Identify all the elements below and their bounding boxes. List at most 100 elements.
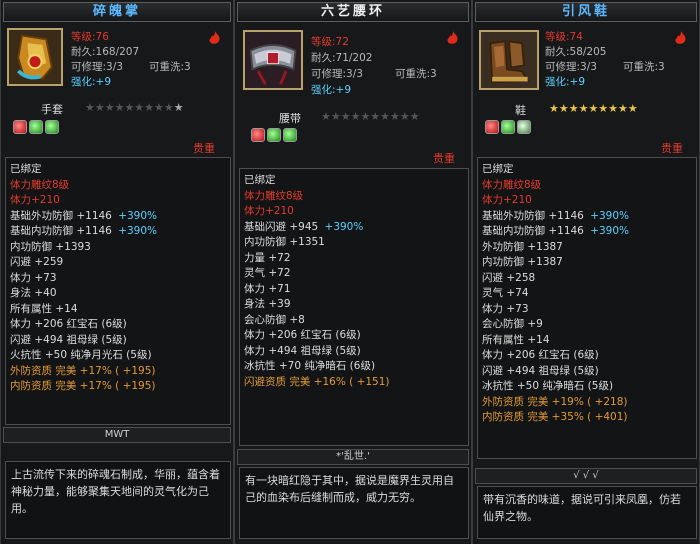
attribute-text: 内防资质 完美 +35% ( +401) [482, 411, 628, 423]
belt-item-icon[interactable] [243, 30, 303, 90]
attribute-line: 体力 +206 红宝石 (6级) [10, 317, 226, 333]
attribute-text: 体力 +494 祖母绿 (5级) [244, 344, 361, 357]
attribute-text: 闪避 +494 祖母绿 (5级) [482, 364, 599, 377]
durability-text: 耐久:58/205 [545, 46, 607, 58]
green-gem-icon[interactable] [501, 120, 515, 134]
attribute-line: 体力 +71 [244, 282, 464, 298]
attribute-line: 体力 +494 祖母绿 (5级) [244, 344, 464, 360]
attribute-line: 体力雕纹8级 [482, 178, 692, 194]
attribute-line: 外防资质 完美 +17% ( +195) [10, 364, 226, 380]
attribute-text: 力量 +72 [244, 251, 291, 264]
attribute-text: 基础外功防御 +1146 [10, 209, 116, 222]
attribute-text: 体力+210 [482, 194, 532, 206]
attribute-list: 已绑定体力雕纹8级 体力+210 基础外功防御 +1146 +390% 基础内功防御 … [477, 157, 697, 459]
attribute-line: 体力 +206 红宝石 (6级) [482, 348, 692, 364]
attribute-text: 体力 +73 [10, 271, 57, 284]
attribute-text: 体力雕纹8级 [10, 178, 70, 191]
attribute-text: 体力 +206 红宝石 (6级) [244, 329, 361, 341]
attribute-text: 灵气 +74 [482, 287, 529, 299]
repairable-text: 可修理:3/3 [71, 61, 123, 73]
separator-text: *'乱世.' [237, 449, 469, 465]
attribute-text: 基础外功防御 +1146 [482, 209, 588, 222]
shoes-item-icon[interactable] [479, 30, 539, 90]
repairable-text: 可修理:3/3 [545, 61, 597, 73]
attribute-text: 外防资质 完美 +17% ( +195) [10, 364, 156, 377]
attribute-line: 内功防御 +1393 [10, 240, 226, 256]
attribute-list: 已绑定 体力雕纹8级 体力+210 基础外功防御 +1146 +390% 基础内功防御 … [5, 157, 231, 425]
attribute-text: +390% [324, 220, 364, 233]
level-text: 等级:74 [545, 31, 583, 43]
flame-emblem-icon [673, 30, 689, 46]
attribute-line: 冰抗性 +70 纯净暗石 (6级) [244, 359, 464, 375]
attribute-text: 闪避资质 完美 +16% ( +151) [244, 375, 390, 388]
attribute-text: 内功防御 +1351 [244, 236, 325, 248]
attribute-text: 体力 +206 红宝石 (6级) [482, 349, 599, 361]
green-gem-icon[interactable] [267, 128, 281, 142]
attribute-text: 内功防御 +1393 [10, 240, 91, 253]
attribute-line: 基础外功防御 +1146 +390% [482, 209, 692, 225]
attribute-line: 体力 +206 红宝石 (6级) [244, 328, 464, 344]
attribute-line: 外防资质 完美 +19% ( +218) [482, 395, 692, 411]
attribute-text: +390% [118, 209, 158, 222]
attribute-line: 体力+210 [244, 204, 464, 220]
flame-emblem-icon [445, 30, 461, 46]
slot-label: 腰带 [279, 112, 301, 125]
attribute-text: 体力 +206 红宝石 (6级) [10, 318, 127, 330]
attribute-text: +390% [590, 225, 630, 237]
attribute-text: 闪避 +259 [10, 256, 64, 268]
attribute-line: 闪避 +259 [10, 255, 226, 271]
slot-label: 手套 [41, 103, 63, 116]
attribute-line: 闪避 +258 [482, 271, 692, 287]
attribute-line: 身法 +40 [10, 286, 226, 302]
green-gem-icon[interactable] [29, 120, 43, 134]
green-gem-icon[interactable] [45, 120, 59, 134]
enhance-text: 强化:+9 [545, 76, 586, 88]
attribute-line: 外功防御 +1387 [482, 240, 692, 256]
precious-tag: 贵重 [433, 152, 455, 165]
enhance-text: 强化:+9 [311, 84, 352, 96]
attribute-text: 体力 +71 [244, 282, 291, 295]
item-description: 有一块暗红隐于其中，据说是魔界生灵用自己的血染布后缝制而成，威力无穷。 [239, 467, 469, 539]
attribute-line: 灵气 +74 [482, 286, 692, 302]
red-gem-icon[interactable] [251, 128, 265, 142]
rewash-text: 可重洗:3 [395, 68, 437, 80]
attribute-text: 内防资质 完美 +17% ( +195) [10, 380, 156, 392]
attribute-line: 已绑定 [244, 173, 464, 189]
separator-text: √ √ √ [475, 468, 697, 484]
item-description: 带有沉香的味道，据说可引来凤凰，仿若仙界之物。 [477, 486, 697, 539]
attribute-text: 所有属性 +14 [482, 333, 550, 346]
green-gem-icon[interactable] [283, 128, 297, 142]
rewash-text: 可重洗:3 [623, 61, 665, 73]
attribute-line: 内防资质 完美 +35% ( +401) [482, 410, 692, 426]
attribute-text: 会心防御 +8 [244, 313, 305, 326]
attribute-text: 内功防御 +1387 [482, 256, 563, 268]
attribute-text: +390% [590, 209, 630, 222]
enhance-text: 强化:+9 [71, 76, 112, 88]
attribute-text: 冰抗性 +70 纯净暗石 (6级) [244, 360, 376, 372]
white-gem-icon[interactable] [517, 120, 531, 134]
attribute-line: 体力雕纹8级 [244, 189, 464, 205]
red-gem-icon[interactable] [485, 120, 499, 134]
level-text: 等级:72 [311, 36, 349, 48]
attribute-text: 闪避 +258 [482, 271, 536, 284]
attribute-line: 身法 +39 [244, 297, 464, 313]
attribute-line: 体力+210 [10, 193, 226, 209]
gem-sockets [13, 120, 59, 134]
attribute-line: 会心防御 +8 [244, 313, 464, 329]
attribute-text: 所有属性 +14 [10, 302, 78, 315]
level-text: 等级:76 [71, 31, 109, 43]
attribute-text: 体力+210 [10, 194, 60, 206]
attribute-line: 内防资质 完美 +17% ( +195) [10, 379, 226, 395]
gloves-item-icon[interactable] [7, 28, 63, 86]
attribute-line: 会心防御 +9 [482, 317, 692, 333]
item-tooltip-belt: 六艺腰环 等级:72 耐久:71/202 可修理:3/3 可重洗:3 强化:+9… [234, 0, 472, 544]
attribute-line: 内功防御 +1387 [482, 255, 692, 271]
flame-emblem-icon [207, 30, 223, 46]
item-title: 碎魄掌 [3, 2, 231, 22]
attribute-text: 基础内功防御 +1146 [482, 225, 588, 237]
red-gem-icon[interactable] [13, 120, 27, 134]
attribute-text: 体力雕纹8级 [244, 189, 304, 202]
attribute-line: 体力 +73 [482, 302, 692, 318]
attribute-line: 体力雕纹8级 [10, 178, 226, 194]
attribute-text: 已绑定 [482, 163, 514, 175]
